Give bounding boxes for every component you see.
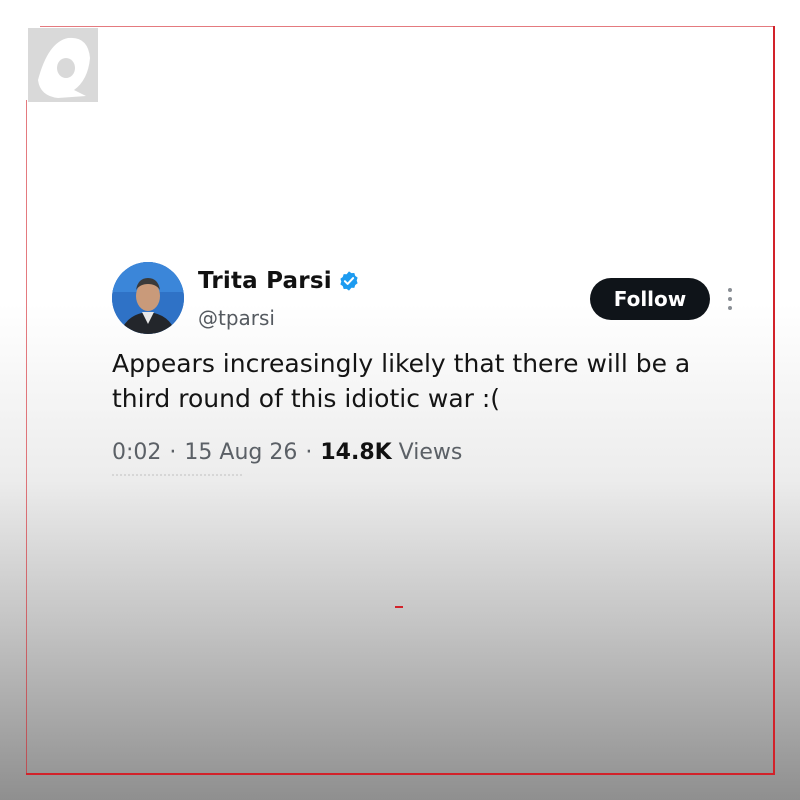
tweet-meta: 0:02 · 15 Aug 26 · 14.8K Views — [112, 440, 462, 465]
author-handle[interactable]: @tparsi — [198, 306, 275, 330]
frame-left-border — [26, 100, 27, 774]
meta-separator: · — [169, 440, 177, 465]
tweet-text: Appears increasingly likely that there w… — [112, 349, 691, 413]
views-label: Views — [398, 440, 463, 465]
red-accent-mark — [395, 606, 403, 608]
more-options-icon[interactable] — [724, 288, 736, 314]
frame-top-border — [40, 26, 774, 27]
faded-divider — [112, 474, 242, 479]
tweet-date[interactable]: 15 Aug 26 — [184, 440, 297, 465]
avatar[interactable] — [112, 262, 184, 334]
author-name[interactable]: Trita Parsi — [198, 268, 332, 294]
views-count: 14.8K — [320, 440, 392, 465]
meta-separator: · — [305, 440, 313, 465]
tweet-card: Trita Parsi @tparsi Follow Appears incre… — [112, 262, 752, 492]
channel-logo-icon — [28, 28, 98, 102]
tweet-time[interactable]: 0:02 — [112, 440, 161, 465]
frame-bottom-border — [26, 773, 775, 775]
author-name-row: Trita Parsi — [198, 268, 360, 294]
follow-button[interactable]: Follow — [590, 278, 710, 320]
frame-right-border — [773, 26, 775, 774]
verified-badge-icon — [340, 271, 358, 291]
